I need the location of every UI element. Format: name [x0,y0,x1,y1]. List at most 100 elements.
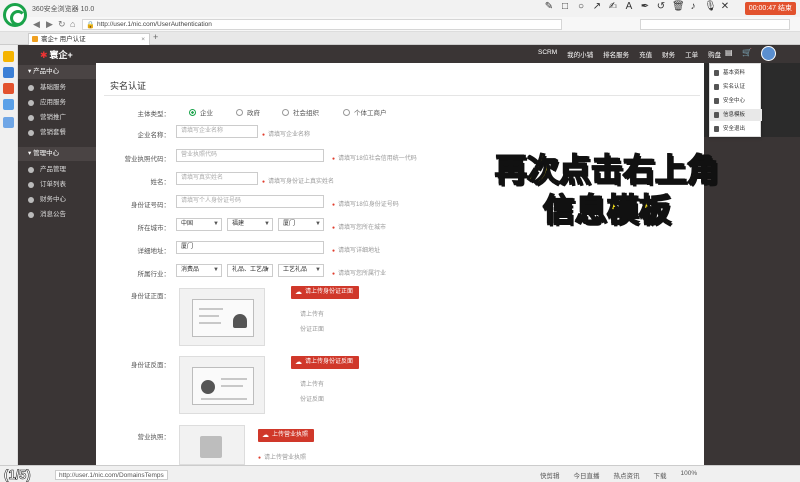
license-input[interactable]: 营业执照代码 [176,149,324,162]
status-items: 快剪辑 今日直播 热点资讯 下载 100% [540,470,697,480]
message-icon[interactable]: ▤ [725,48,733,57]
trash-icon[interactable]: 🗑 [672,2,685,12]
upload-id-front-button[interactable]: ☁ 请上传身份证正面 [291,286,360,299]
sidebar-item-orders[interactable]: 订单列表 [18,178,96,192]
nav-recharge[interactable]: 充值 [639,49,652,59]
sidebar-item-label: 订单列表 [40,181,66,188]
brush-icon[interactable]: ✍ [608,2,618,12]
status-clip[interactable]: 快剪辑 [540,470,560,480]
id-front-note-2: 份证正面 [300,327,325,333]
logout-icon [714,126,719,132]
undo-icon[interactable]: ↺ [656,2,666,12]
arrow-icon[interactable]: ↗ [592,2,602,12]
nav-ranking[interactable]: 排名服务 [603,49,629,59]
real-name-input[interactable]: 请填写真实姓名 [176,172,258,185]
city-select[interactable]: 厦门 ▼ [278,218,324,231]
home-icon[interactable]: ⌂ [70,19,75,29]
sidebar-item-label: 应用服务 [40,99,66,106]
template-icon [714,112,719,118]
apps-icon[interactable] [3,67,14,78]
new-tab-button[interactable]: + [153,32,158,42]
menu-item-label: 安全退出 [723,126,746,132]
notes-icon[interactable] [3,117,14,128]
province-select[interactable]: 福建 ▼ [227,218,273,231]
emblem-icon [201,380,215,394]
menu-item-logout[interactable]: 安全退出 [710,123,762,135]
company-name-label: 企业名称： [137,132,171,139]
sidebar-section-products[interactable]: ▾ 产品中心 [18,65,96,79]
menu-item-verification[interactable]: 实名认证 [710,81,762,93]
circle-icon[interactable]: ○ [576,2,586,12]
select-value: 福建 [232,221,245,227]
close-icon[interactable]: ✕ [720,2,730,12]
user-avatar[interactable] [761,46,776,61]
caption-line-1: 再次点击右上角 [494,150,720,190]
mail-icon[interactable] [3,99,14,110]
radio-government[interactable]: 政府 [236,107,260,117]
nav-ticket[interactable]: 工单 [685,49,698,59]
status-zoom[interactable]: 100% [681,470,698,480]
sidebar-item-packages[interactable]: 营销套餐 [18,126,96,140]
upload-biz-license-button[interactable]: ☁ 上传营业执照 [258,429,315,442]
menu-item-info-template[interactable]: 信息模板 [710,109,762,121]
cart-icon[interactable]: 🛒 [742,48,752,57]
card-line [221,385,243,387]
select-value: 消费品 [181,267,200,273]
page-counter: (1/5) [4,467,31,482]
weibo-icon[interactable] [3,83,14,94]
company-name-input[interactable]: 请填写企业名称 [176,125,258,138]
back-icon[interactable]: ◀ [33,19,40,30]
industry-select-2[interactable]: 礼品、工艺品 ▼ [227,264,273,277]
id-back-note-2: 份证反面 [300,397,325,403]
refresh-icon[interactable]: ↻ [58,19,66,30]
microphone-icon[interactable]: 🎙 [704,2,717,12]
top-nav: SCRM 我的小铺 排名服务 充值 财务 工单 购盘 [538,49,721,59]
id-number-input[interactable]: 请填写个人身份证号码 [176,195,324,208]
select-value: 工艺礼品 [283,267,308,273]
sidebar-item-basic[interactable]: 基础服务 [18,81,96,95]
radio-enterprise[interactable]: 企业 [189,107,213,117]
sidebar-item-apps[interactable]: 应用服务 [18,96,96,110]
basic-service-icon [28,85,34,91]
upload-id-back-button[interactable]: ☁ 请上传身份证反面 [291,356,360,369]
nav-finance[interactable]: 财务 [662,49,675,59]
brand-logo[interactable]: ✱ 寰企+ [40,48,73,61]
speaker-icon[interactable]: ♪ [688,2,698,12]
status-live[interactable]: 今日直播 [574,470,600,480]
country-select[interactable]: 中国 ▼ [176,218,222,231]
id-back-label: 身份证反面： [131,362,170,369]
nav-scrm[interactable]: SCRM [538,49,557,59]
tab-user-auth[interactable]: 寰企+ 用户认证 × [28,33,150,45]
menu-item-label: 安全中心 [723,98,746,104]
favorites-icon[interactable] [3,51,14,62]
pen-icon[interactable]: ✎ [544,2,554,12]
menu-item-profile[interactable]: 基本资料 [710,67,762,79]
sidebar-section-admin[interactable]: ▾ 管理中心 [18,147,96,161]
select-value: 厦门 [283,221,296,227]
status-url: http://user.1/nic.com/DomainsTemps [55,470,168,480]
radio-social-org[interactable]: 社会组织 [282,107,319,117]
address-input[interactable]: 厦门 [176,241,324,254]
sidebar-item-finance[interactable]: 财务中心 [18,193,96,207]
record-timer[interactable]: 00:00:47 结束 [744,2,796,15]
browser-search-input[interactable] [640,19,790,30]
radio-individual[interactable]: 个体工商户 [343,107,387,117]
nav-purchase[interactable]: 购盘 [708,49,721,59]
sidebar-item-product-mgmt[interactable]: 产品管理 [18,163,96,177]
menu-item-security[interactable]: 安全中心 [710,95,762,107]
industry-select-3[interactable]: 工艺礼品 ▼ [278,264,324,277]
highlighter-icon[interactable]: ✒ [640,2,650,12]
tab-close-icon[interactable]: × [141,34,145,45]
nav-my-shop[interactable]: 我的小铺 [567,49,593,59]
status-news[interactable]: 热点资讯 [614,470,640,480]
button-label: 请上传身份证反面 [305,359,354,365]
sidebar-item-marketing[interactable]: 营销推广 [18,111,96,125]
sidebar-item-messages[interactable]: 消息公告 [18,208,96,222]
status-download[interactable]: 下载 [654,470,667,480]
rectangle-icon[interactable]: □ [560,2,570,12]
text-icon[interactable]: A [624,2,634,12]
product-icon [28,167,34,173]
forward-icon[interactable]: ▶ [46,19,53,30]
industry-select-1[interactable]: 消费品 ▼ [176,264,222,277]
url-input[interactable]: 🔒 http://user.1/nic.com/UserAuthenticati… [82,19,562,30]
